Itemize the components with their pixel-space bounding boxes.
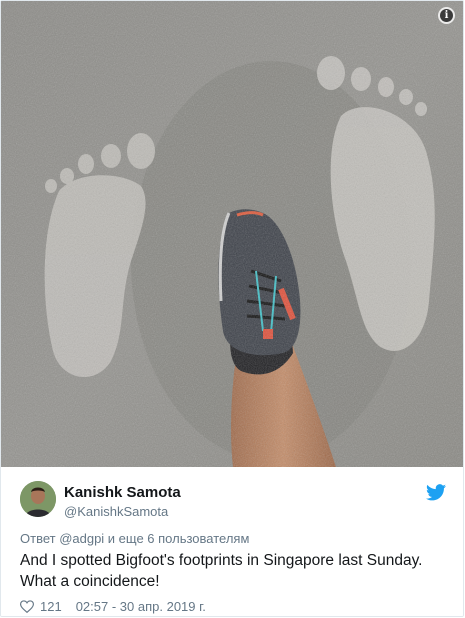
reply-to-text[interactable]: Ответ @adgpi и еще 6 пользователям xyxy=(20,531,249,546)
author-name[interactable]: Kanishk Samota xyxy=(64,484,181,501)
tweet-card: i Kanishk Samota @KanishkSamota Ответ @a… xyxy=(0,0,464,617)
tweet-text: And I spotted Bigfoot's footprints in Si… xyxy=(20,552,423,590)
heart-icon[interactable] xyxy=(20,600,34,613)
avatar-image xyxy=(20,481,56,517)
twitter-bird-icon[interactable] xyxy=(426,484,446,501)
tweet-body: Kanishk Samota @KanishkSamota Ответ @adg… xyxy=(1,467,463,616)
tweet-footer: 121 02:57 - 30 апр. 2019 г. xyxy=(20,599,206,614)
timestamp[interactable]: 02:57 - 30 апр. 2019 г. xyxy=(76,599,206,614)
info-icon[interactable]: i xyxy=(440,9,453,22)
avatar[interactable] xyxy=(20,481,56,517)
likes-count[interactable]: 121 xyxy=(40,599,62,614)
tweet-photo[interactable]: i xyxy=(1,1,463,467)
author-handle[interactable]: @KanishkSamota xyxy=(64,504,168,519)
sneaker-on-footprints-photo xyxy=(1,1,463,467)
